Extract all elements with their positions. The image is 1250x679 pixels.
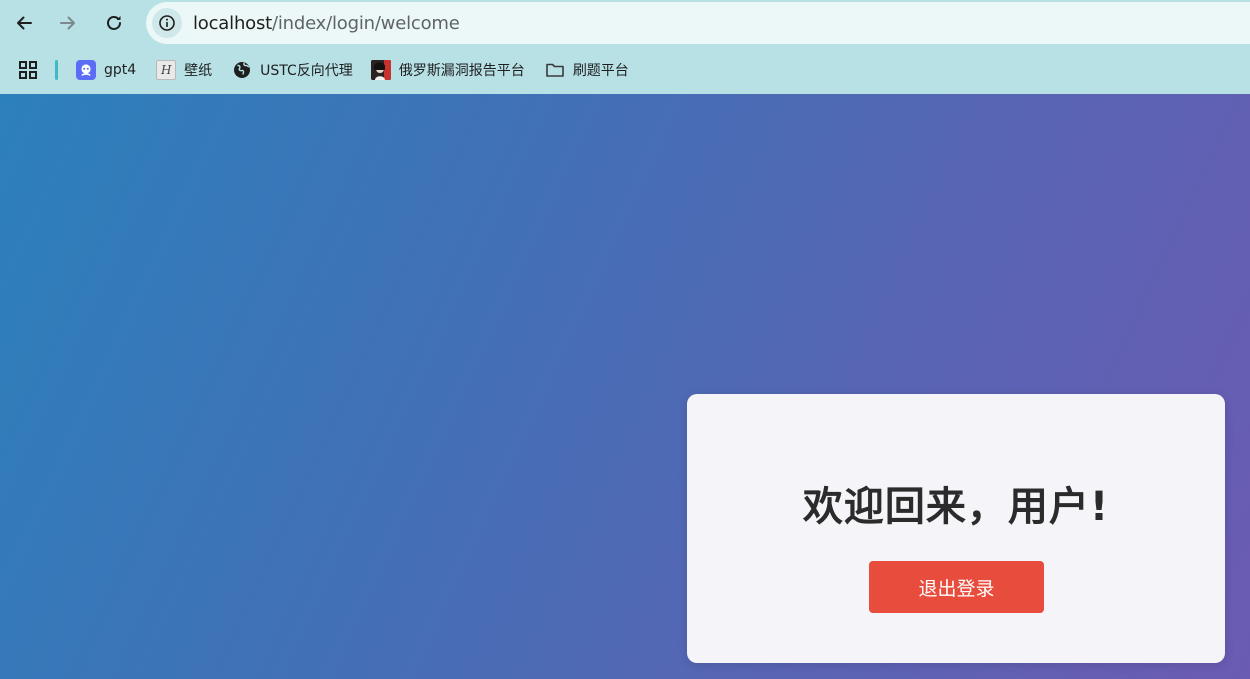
bookmark-label: 壁纸 [184,63,213,79]
reload-button[interactable] [96,5,132,41]
logout-button[interactable]: 退出登录 [869,561,1044,613]
wallpaper-h-icon: H [156,60,177,80]
bookmarks-separator [55,60,58,80]
bookmark-label: 刷题平台 [572,63,629,79]
back-button[interactable] [6,5,42,41]
welcome-card: 欢迎回来，用户! 退出登录 [687,394,1225,663]
bookmark-russian-vuln-platform[interactable]: 俄罗斯漏洞报告平台 [367,56,529,84]
address-bar[interactable]: localhost/index/login/welcome [146,2,1250,44]
apps-grid-icon [19,61,37,79]
url-text[interactable]: localhost/index/login/welcome [193,13,460,34]
bookmark-label: 俄罗斯漏洞报告平台 [398,63,525,79]
url-path: /index/login/welcome [272,12,460,34]
bookmark-label: USTC反向代理 [260,63,353,79]
bookmark-wallpaper[interactable]: H 壁纸 [152,56,216,84]
reload-icon [107,16,121,30]
browser-toolbar: localhost/index/login/welcome [0,0,1250,46]
avatar-favicon-icon [370,60,391,80]
bookmarks-bar: gpt4 H 壁纸 USTC反向代理 俄罗斯漏洞报告平台 刷题平台 [0,46,1250,94]
info-icon [159,15,175,31]
welcome-title: 欢迎回来，用户! [802,484,1110,530]
forward-button[interactable] [50,5,86,41]
url-host: localhost [193,12,272,34]
bookmark-ustc-proxy[interactable]: USTC反向代理 [228,56,357,84]
bookmark-gpt4[interactable]: gpt4 [72,56,140,84]
globe-icon [232,60,252,80]
page-viewport: 欢迎回来，用户! 退出登录 [0,94,1250,679]
apps-button[interactable] [17,59,39,81]
folder-icon [545,60,565,80]
gpt-robot-icon [76,60,96,80]
arrow-left-icon [17,16,32,30]
site-info-button[interactable] [152,8,182,38]
arrow-right-icon [60,16,75,30]
bookmark-quiz-platform[interactable]: 刷题平台 [541,56,633,84]
bookmark-label: gpt4 [104,62,137,78]
